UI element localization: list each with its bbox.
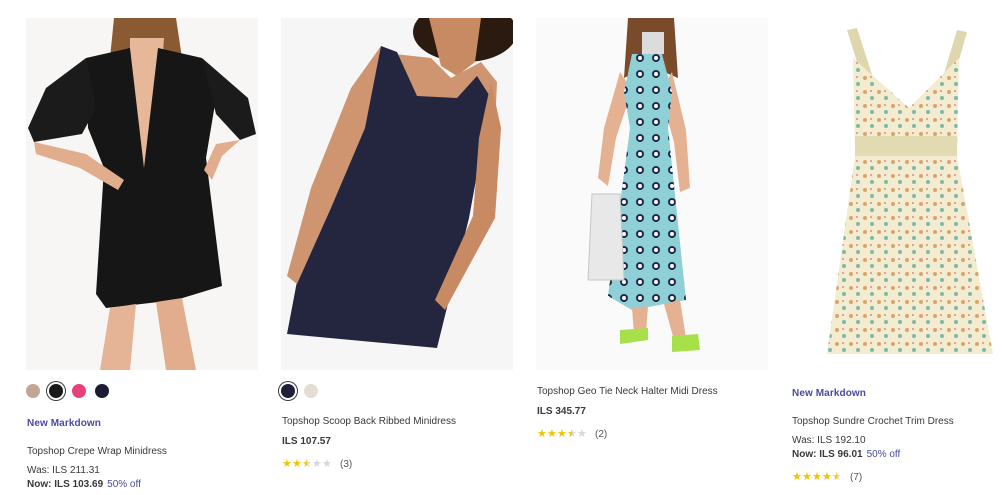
product-price: ILS 345.77 [537,406,586,417]
color-swatches [281,382,318,400]
star-full-icon: ★ [537,427,547,440]
product-card: Topshop Scoop Back Ribbed Minidress ILS … [281,0,513,495]
review-count[interactable]: (2) [595,429,607,440]
color-swatch[interactable] [95,384,109,398]
stars: ★ ★ ★ ★ ★ [792,470,842,483]
review-count[interactable]: (3) [340,459,352,470]
product-image-scoop-back-ribbed-minidress[interactable] [281,18,513,370]
product-image-geo-tie-neck-halter-midi-dress[interactable] [536,18,768,370]
discount-label: 50% off [866,449,901,460]
now-price: Now: ILS 103.69 50% off [27,479,141,490]
star-rating: ★ ★ ★ ★ ★ (3) [282,458,352,470]
color-swatch-selected[interactable] [49,384,63,398]
discount-label: 50% off [107,479,141,490]
new-markdown-badge: New Markdown [27,418,101,429]
star-full-icon: ★ [547,427,557,440]
product-name[interactable]: Topshop Scoop Back Ribbed Minidress [282,416,456,427]
color-swatches [26,382,109,400]
color-swatch-selected[interactable] [281,384,295,398]
color-swatch[interactable] [72,384,86,398]
product-image-crepe-wrap-minidress[interactable] [26,18,258,370]
star-empty-icon: ★ [577,427,587,440]
now-price: Now: ILS 96.01 50% off [792,449,900,460]
star-rating: ★ ★ ★ ★ ★ (2) [537,428,607,440]
star-full-icon: ★ [282,457,292,470]
star-half-icon: ★ [832,470,842,483]
now-price-value: Now: ILS 96.01 [792,449,863,460]
was-price: Was: ILS 211.31 [27,465,100,476]
star-half-icon: ★ [567,427,577,440]
product-name[interactable]: Topshop Crepe Wrap Minidress [27,446,167,457]
star-full-icon: ★ [822,470,832,483]
star-empty-icon: ★ [322,457,332,470]
star-empty-icon: ★ [312,457,322,470]
product-name[interactable]: Topshop Sundre Crochet Trim Dress [792,416,954,427]
product-price: ILS 107.57 [282,436,331,447]
star-full-icon: ★ [557,427,567,440]
star-full-icon: ★ [802,470,812,483]
color-swatch[interactable] [304,384,318,398]
color-swatch[interactable] [26,384,40,398]
star-half-icon: ★ [302,457,312,470]
stars: ★ ★ ★ ★ ★ [282,457,332,470]
star-full-icon: ★ [792,470,802,483]
new-markdown-badge: New Markdown [792,388,866,399]
product-name[interactable]: Topshop Geo Tie Neck Halter Midi Dress [537,386,718,397]
product-card: New Markdown Topshop Sundre Crochet Trim… [791,0,1002,495]
review-count[interactable]: (7) [850,472,862,483]
star-rating: ★ ★ ★ ★ ★ (7) [792,471,862,483]
product-card: Topshop Geo Tie Neck Halter Midi Dress I… [536,0,768,495]
star-full-icon: ★ [812,470,822,483]
was-price: Was: ILS 192.10 [792,435,866,446]
star-full-icon: ★ [292,457,302,470]
product-grid: New Markdown Topshop Crepe Wrap Minidres… [0,0,1002,495]
product-image-sundre-crochet-trim-dress[interactable] [791,18,1002,370]
product-card: New Markdown Topshop Crepe Wrap Minidres… [26,0,258,495]
stars: ★ ★ ★ ★ ★ [537,427,587,440]
now-price-value: Now: ILS 103.69 [27,479,104,490]
